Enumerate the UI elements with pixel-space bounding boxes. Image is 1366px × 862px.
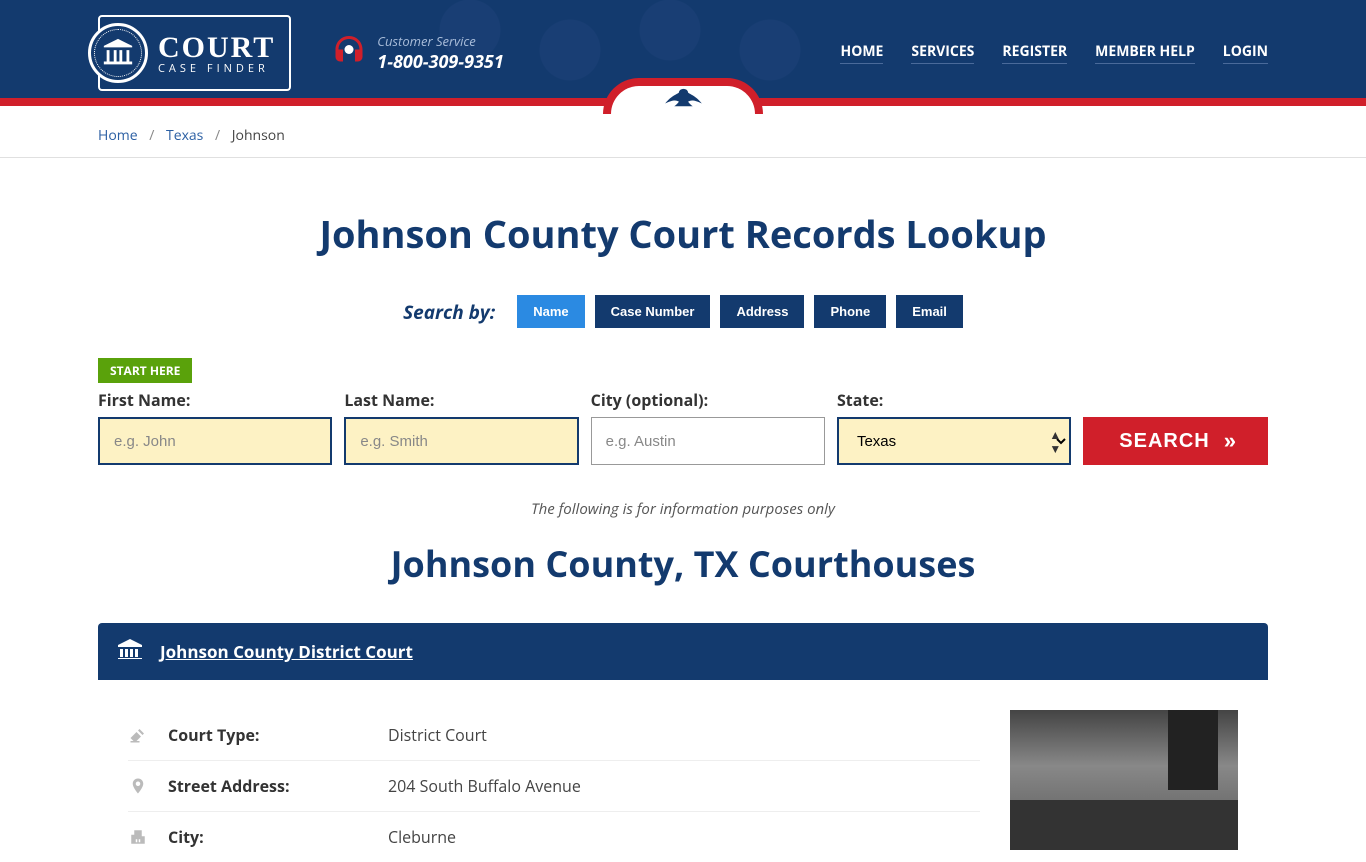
last-name-label: Last Name: <box>344 389 578 411</box>
tab-address[interactable]: Address <box>720 295 804 328</box>
court-card: Johnson County District Court Court Type… <box>98 623 1268 862</box>
service-label: Customer Service <box>377 32 503 50</box>
first-name-label: First Name: <box>98 389 332 411</box>
search-form: First Name: Last Name: City (optional): … <box>98 389 1268 465</box>
breadcrumb-home[interactable]: Home <box>98 126 138 145</box>
page-title: Johnson County Court Records Lookup <box>98 208 1268 260</box>
gavel-icon <box>128 726 148 744</box>
search-by-label: Search by: <box>403 299 495 325</box>
courthouses-title: Johnson County, TX Courthouses <box>98 539 1268 588</box>
service-phone: 1-800-309-9351 <box>377 50 503 74</box>
main-nav: HOME SERVICES REGISTER MEMBER HELP LOGIN <box>840 42 1268 64</box>
tab-phone[interactable]: Phone <box>814 295 886 328</box>
court-details: Court Type: District Court Street Addres… <box>128 710 980 862</box>
field-last-name: Last Name: <box>344 389 578 465</box>
city-label: City (optional): <box>591 389 825 411</box>
detail-city: City: Cleburne <box>128 812 980 862</box>
court-name-link[interactable]: Johnson County District Court <box>160 640 413 663</box>
logo-title: COURT <box>158 33 275 63</box>
disclaimer-text: The following is for information purpose… <box>98 499 1268 519</box>
logo[interactable]: COURT CASE FINDER <box>98 15 291 91</box>
tab-email[interactable]: Email <box>896 295 963 328</box>
nav-home[interactable]: HOME <box>840 42 883 64</box>
start-here-badge: START HERE <box>98 358 192 383</box>
nav-services[interactable]: SERVICES <box>911 42 974 64</box>
detail-street-address: Street Address: 204 South Buffalo Avenue <box>128 761 980 812</box>
breadcrumb-state[interactable]: Texas <box>166 126 203 145</box>
nav-login[interactable]: LOGIN <box>1223 42 1268 64</box>
logo-subtitle: CASE FINDER <box>158 63 275 74</box>
nav-register[interactable]: REGISTER <box>1002 42 1067 64</box>
field-city: City (optional): <box>591 389 825 465</box>
field-state: State: Texas ▲▼ <box>837 389 1071 465</box>
search-arrows-icon: » <box>1224 428 1232 454</box>
first-name-input[interactable] <box>98 417 332 465</box>
breadcrumb: Home / Texas / Johnson <box>98 126 1268 145</box>
court-card-header: Johnson County District Court <box>98 623 1268 680</box>
state-label: State: <box>837 389 1071 411</box>
pin-icon <box>128 777 148 795</box>
field-first-name: First Name: <box>98 389 332 465</box>
breadcrumb-bar: Home / Texas / Johnson <box>0 114 1366 158</box>
detail-court-type: Court Type: District Court <box>128 710 980 761</box>
search-by-row: Search by: Name Case Number Address Phon… <box>98 295 1268 328</box>
site-header: COURT CASE FINDER Customer Service 1-800… <box>0 0 1366 106</box>
court-photo <box>1010 710 1238 850</box>
state-select[interactable]: Texas <box>837 417 1071 465</box>
tab-name[interactable]: Name <box>517 295 584 328</box>
search-button-label: SEARCH <box>1119 430 1209 453</box>
last-name-input[interactable] <box>344 417 578 465</box>
breadcrumb-current: Johnson <box>232 126 285 145</box>
city-icon <box>128 828 148 846</box>
headset-icon <box>331 33 367 74</box>
customer-service: Customer Service 1-800-309-9351 <box>331 32 503 74</box>
search-button[interactable]: SEARCH » <box>1083 417 1268 465</box>
ribbon-decoration: ★★★★★★★★★ <box>0 106 1366 114</box>
nav-help[interactable]: MEMBER HELP <box>1095 42 1195 64</box>
logo-seal-icon <box>88 23 148 83</box>
city-input[interactable] <box>591 417 825 465</box>
courthouse-icon <box>118 639 142 664</box>
search-tabs: Name Case Number Address Phone Email <box>517 295 963 328</box>
tab-case-number[interactable]: Case Number <box>595 295 711 328</box>
